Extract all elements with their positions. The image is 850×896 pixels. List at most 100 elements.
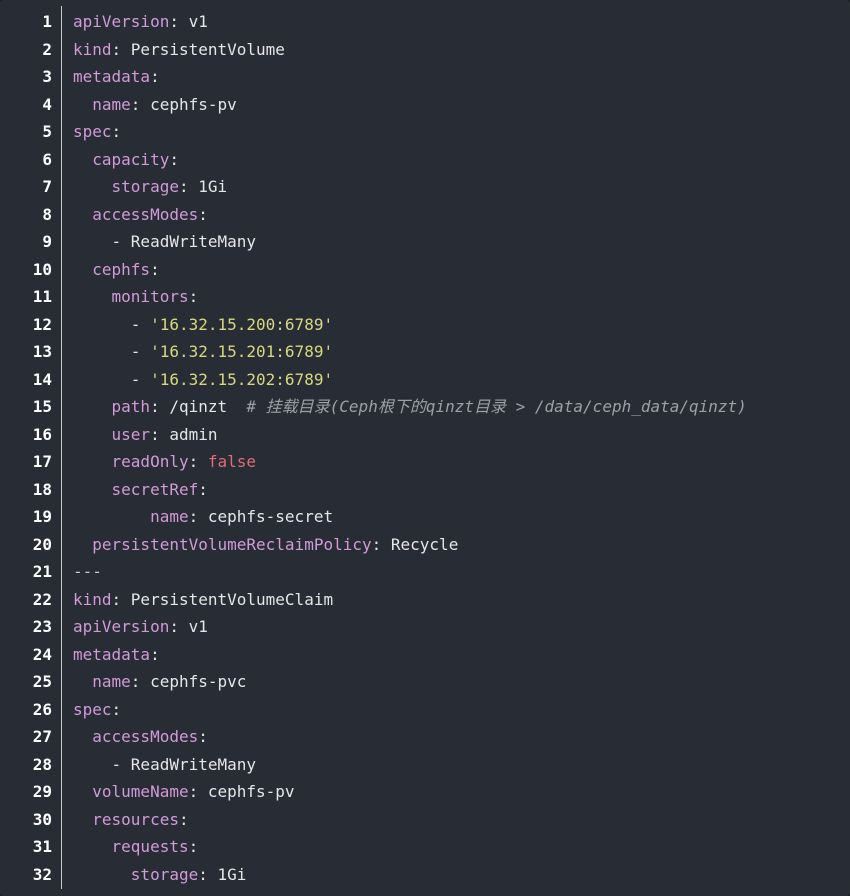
yaml-punctuation: :: [188, 782, 208, 801]
code-line[interactable]: 9 - ReadWriteMany: [0, 228, 850, 255]
yaml-punctuation: :: [130, 672, 151, 691]
code-text: kind: PersistentVolumeClaim: [73, 586, 333, 613]
code-line[interactable]: 26 spec:: [0, 696, 850, 723]
yaml-punctuation: -: [111, 754, 131, 774]
yaml-key: kind: [73, 39, 112, 59]
yaml-key: accessModes: [92, 204, 199, 224]
code-line[interactable]: 27 accessModes:: [0, 723, 850, 750]
yaml-punctuation: :: [178, 177, 199, 196]
code-line[interactable]: 12 - '16.32.15.200:6789': [0, 311, 850, 338]
code-text: - ReadWriteMany: [73, 751, 257, 778]
code-line[interactable]: 16 user: admin: [0, 421, 850, 448]
yaml-punctuation: :: [371, 534, 391, 554]
code-line[interactable]: 17 readOnly: false: [0, 448, 850, 475]
code-line[interactable]: 31 requests:: [0, 833, 850, 860]
code-line[interactable]: 1 apiVersion: v1: [0, 8, 850, 35]
line-number: 19: [32, 507, 52, 526]
line-number: 15: [32, 397, 52, 416]
line-number: 11: [32, 287, 52, 306]
code-text: readOnly: false: [73, 448, 257, 475]
yaml-punctuation: -: [111, 232, 131, 251]
yaml-value: v1: [188, 12, 208, 31]
yaml-key: persistentVolumeReclaimPolicy: [92, 534, 372, 554]
code-line[interactable]: 8 accessModes:: [0, 201, 850, 228]
code-line[interactable]: 19 name: cephfs-secret: [0, 503, 850, 530]
yaml-key: kind: [73, 589, 112, 609]
code-line[interactable]: 28 - ReadWriteMany: [0, 751, 850, 778]
yaml-value: cephfs-pv: [150, 94, 237, 114]
yaml-value: cephfs-secret: [207, 507, 334, 526]
yaml-key: name: [150, 507, 189, 526]
code-line[interactable]: 24 metadata:: [0, 641, 850, 668]
code-text: name: cephfs-secret: [73, 503, 333, 530]
code-line[interactable]: 7 storage: 1Gi: [0, 173, 850, 200]
yaml-value: admin: [169, 424, 218, 444]
line-number: 32: [32, 864, 52, 884]
code-editor[interactable]: 1 apiVersion: v1 2 kind: PersistentVolume 3 m…: [0, 0, 850, 896]
yaml-value: 1Gi: [217, 864, 247, 884]
line-number: 23: [32, 617, 52, 636]
code-text: storage: 1Gi: [73, 173, 228, 200]
code-line[interactable]: 2 kind: PersistentVolume: [0, 36, 850, 63]
yaml-punctuation: :: [150, 644, 160, 664]
yaml-key: name: [92, 94, 131, 114]
yaml-punctuation: :: [178, 809, 189, 829]
line-number: 31: [32, 837, 52, 856]
code-line[interactable]: 14 - '16.32.15.202:6789': [0, 366, 850, 393]
yaml-value: cephfs-pv: [207, 782, 295, 801]
code-line[interactable]: 10 cephfs:: [0, 256, 850, 283]
code-line[interactable]: 32 storage: 1Gi: [0, 861, 850, 888]
line-number: 16: [32, 424, 52, 444]
code-line[interactable]: 18 secretRef:: [0, 476, 850, 503]
code-text: persistentVolumeReclaimPolicy: Recycle: [73, 531, 458, 558]
code-text: kind: PersistentVolume: [73, 36, 285, 63]
code-line[interactable]: 25 name: cephfs-pvc: [0, 668, 850, 695]
code-line[interactable]: 29 volumeName: cephfs-pv: [0, 778, 850, 805]
yaml-key: monitors: [111, 287, 189, 306]
yaml-punctuation: :: [188, 287, 199, 306]
yaml-punctuation: :: [198, 864, 218, 884]
yaml-key: cephfs: [92, 259, 151, 279]
code-text: ---: [73, 558, 102, 585]
code-line[interactable]: 23 apiVersion: v1: [0, 613, 850, 640]
yaml-value: 1Gi: [198, 177, 228, 196]
code-line[interactable]: 22 kind: PersistentVolumeClaim: [0, 586, 850, 613]
line-number: 17: [32, 452, 52, 471]
code-line[interactable]: 13 - '16.32.15.201:6789': [0, 338, 850, 365]
code-line[interactable]: 6 capacity:: [0, 146, 850, 173]
line-number: 27: [32, 727, 52, 746]
yaml-key: readOnly: [111, 452, 189, 471]
code-line[interactable]: 30 resources:: [0, 806, 850, 833]
line-number: 25: [32, 672, 52, 691]
code-line[interactable]: 3 metadata:: [0, 63, 850, 90]
yaml-string: '16.32.15.201:6789': [150, 342, 334, 361]
code-text: capacity:: [73, 146, 179, 173]
code-line[interactable]: 4 name: cephfs-pv: [0, 91, 850, 118]
code-line[interactable]: 15 path: /qinzt # 挂载目录(Ceph根下的qinzt目录 > …: [0, 393, 850, 420]
code-line[interactable]: 20 persistentVolumeReclaimPolicy: Recycl…: [0, 531, 850, 558]
code-line[interactable]: 11 monitors:: [0, 283, 850, 310]
code-text: - ReadWriteMany: [73, 228, 257, 255]
yaml-punctuation: :: [130, 94, 151, 114]
code-line[interactable]: 5 spec:: [0, 118, 850, 145]
yaml-key: resources: [92, 809, 179, 829]
yaml-key: user: [111, 424, 151, 444]
code-text: name: cephfs-pv: [73, 91, 237, 118]
yaml-value: /qinzt: [169, 397, 247, 416]
yaml-punctuation: :: [198, 204, 208, 224]
code-text: apiVersion: v1: [73, 8, 208, 35]
code-text: - '16.32.15.201:6789': [73, 338, 333, 365]
code-line[interactable]: 21 ---: [0, 558, 850, 585]
line-number: 30: [32, 809, 52, 829]
